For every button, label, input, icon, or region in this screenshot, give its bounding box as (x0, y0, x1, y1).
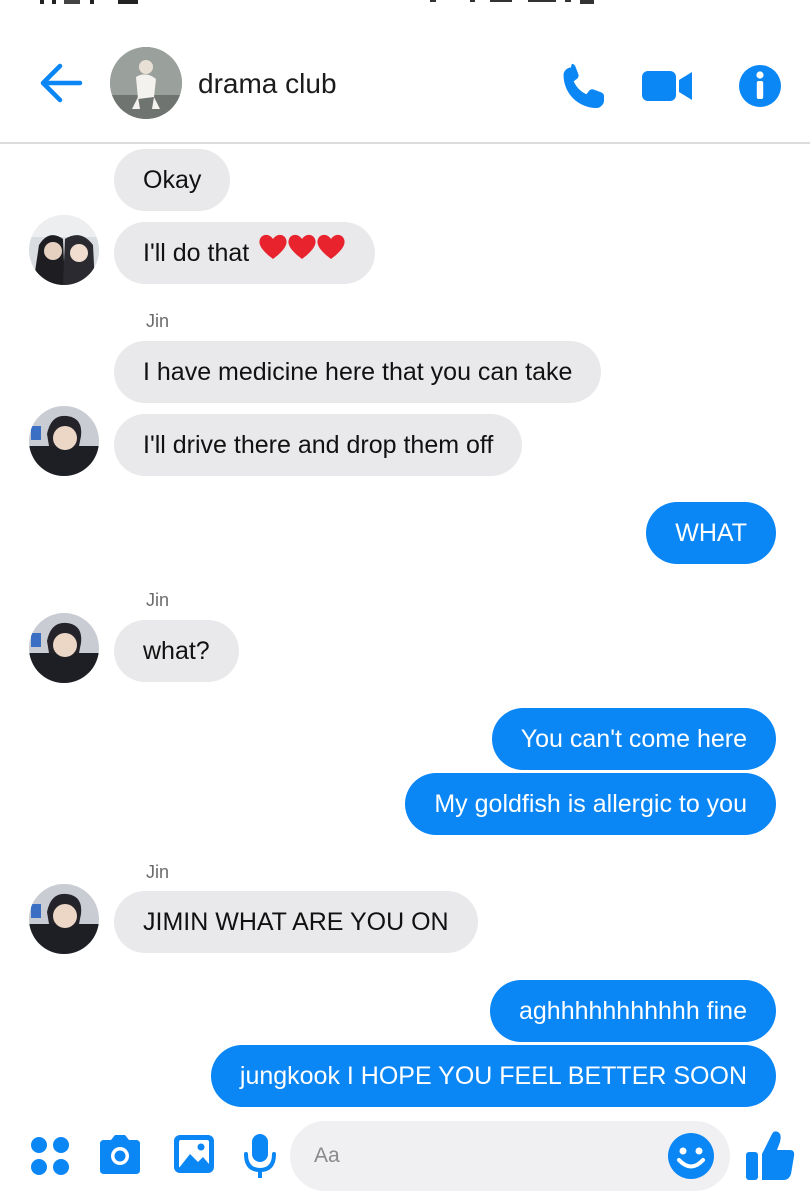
microphone-icon[interactable] (240, 1132, 280, 1180)
message-bubble-incoming[interactable]: Okay (114, 149, 231, 211)
message-input[interactable] (290, 1121, 730, 1191)
status-icons-fragment (430, 0, 594, 4)
phone-icon[interactable] (556, 58, 612, 114)
back-arrow-icon[interactable] (36, 58, 86, 108)
message-bubble-outgoing[interactable]: aghhhhhhhhhhh fine (489, 980, 776, 1042)
thumbs-up-icon[interactable] (744, 1128, 796, 1184)
message-composer (0, 1118, 810, 1198)
apps-grid-icon[interactable] (28, 1132, 72, 1176)
message-bubble-incoming[interactable]: JIMIN WHAT ARE YOU ON (114, 891, 478, 953)
camera-icon[interactable] (96, 1132, 144, 1176)
message-bubble-outgoing[interactable]: jungkook I HOPE YOU FEEL BETTER SOON (210, 1045, 776, 1107)
message-bubble-incoming[interactable]: what? (114, 620, 239, 682)
emoji-icon[interactable] (666, 1131, 716, 1181)
sender-avatar[interactable] (29, 406, 99, 476)
status-bar (0, 0, 810, 14)
sender-avatar[interactable] (29, 613, 99, 683)
message-bubble-outgoing[interactable]: You can't come here (491, 708, 776, 770)
video-camera-icon[interactable] (638, 58, 694, 114)
info-icon[interactable] (732, 58, 788, 114)
hearts-emoji (258, 223, 346, 285)
message-bubble-outgoing[interactable]: My goldfish is allergic to you (405, 773, 776, 835)
message-bubble-incoming[interactable]: I have medicine here that you can take (114, 341, 602, 403)
message-text: I'll do that (143, 239, 250, 267)
sender-name: Jin (146, 862, 170, 882)
sender-avatar[interactable] (29, 215, 99, 285)
sender-avatar[interactable] (29, 884, 99, 954)
status-time-fragment (40, 0, 138, 4)
sender-name: Jin (146, 311, 170, 331)
message-bubble-outgoing[interactable]: WHAT (646, 502, 776, 564)
message-bubble-incoming[interactable]: I'll do that (114, 222, 376, 285)
message-bubble-incoming[interactable]: I'll drive there and drop them off (114, 414, 523, 476)
chat-avatar[interactable] (110, 47, 182, 119)
sender-name: Jin (146, 590, 170, 610)
chat-header: drama club (0, 14, 810, 144)
chat-title: drama club (198, 68, 337, 99)
gallery-icon[interactable] (170, 1132, 218, 1176)
